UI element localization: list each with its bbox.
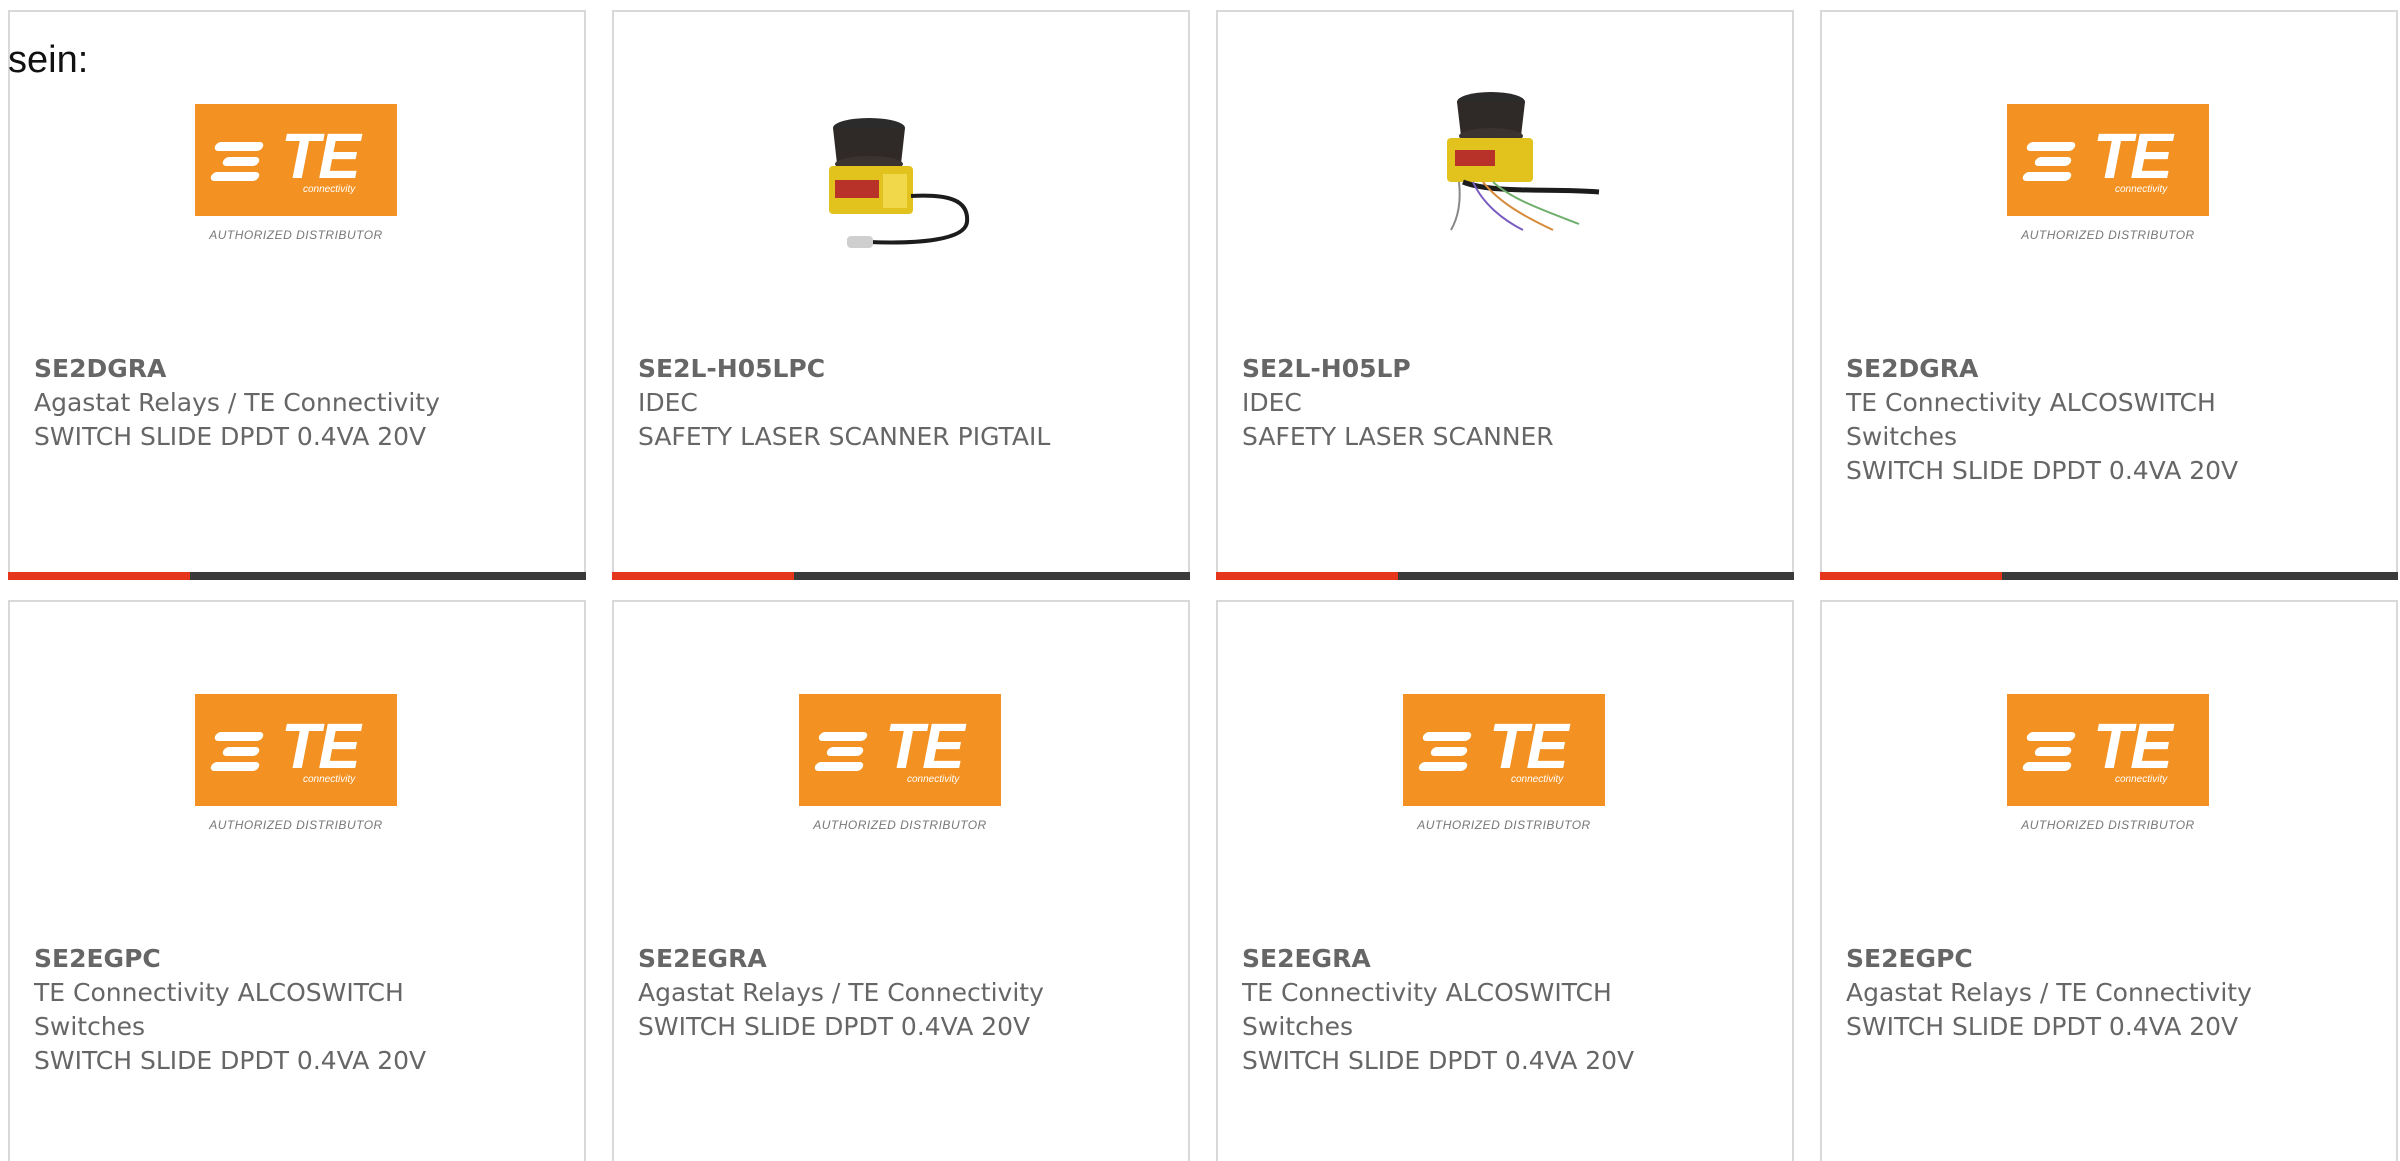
product-info: SE2DGRA TE Connectivity ALCOSWITCH Switc… (1846, 352, 2346, 488)
product-card[interactable]: TE connectivity AUTHORIZED DISTRIBUTOR S… (1216, 600, 1794, 1161)
manufacturer: TE Connectivity ALCOSWITCH (1242, 978, 1612, 1007)
product-image[interactable]: TE connectivity AUTHORIZED DISTRIBUTOR (2007, 104, 2211, 254)
description: SWITCH SLIDE DPDT 0.4VA 20V (1846, 456, 2239, 485)
product-info: SE2EGRA TE Connectivity ALCOSWITCH Switc… (1242, 942, 1742, 1078)
product-info: SE2EGPC Agastat Relays / TE Connectivity… (1846, 942, 2346, 1044)
card-bottom-bar (1216, 572, 1794, 580)
description: SAFETY LASER SCANNER PIGTAIL (638, 422, 1051, 451)
manufacturer: TE Connectivity ALCOSWITCH (1846, 388, 2216, 417)
product-card[interactable]: TE connectivity AUTHORIZED DISTRIBUTOR S… (8, 10, 586, 580)
te-connectivity-logo: TE connectivity AUTHORIZED DISTRIBUTOR (2007, 104, 2209, 254)
te-connectivity-logo: TE connectivity AUTHORIZED DISTRIBUTOR (195, 694, 397, 844)
product-image[interactable]: TE connectivity AUTHORIZED DISTRIBUTOR (195, 104, 399, 254)
description: SWITCH SLIDE DPDT 0.4VA 20V (1242, 1046, 1635, 1075)
product-info: SE2EGPC TE Connectivity ALCOSWITCH Switc… (34, 942, 534, 1078)
manufacturer: IDEC (638, 388, 698, 417)
product-image[interactable]: TE connectivity AUTHORIZED DISTRIBUTOR (1403, 694, 1607, 844)
description: SWITCH SLIDE DPDT 0.4VA 20V (34, 1046, 427, 1075)
product-card[interactable]: TE connectivity AUTHORIZED DISTRIBUTOR S… (8, 600, 586, 1161)
laser-scanner-image (1447, 92, 1600, 231)
product-image[interactable] (1403, 84, 1607, 234)
product-image[interactable]: TE connectivity AUTHORIZED DISTRIBUTOR (799, 694, 1003, 844)
product-image[interactable]: TE connectivity AUTHORIZED DISTRIBUTOR (2007, 694, 2211, 844)
part-number[interactable]: SE2EGRA (638, 942, 1138, 976)
part-number[interactable]: SE2EGRA (1242, 942, 1742, 976)
te-connectivity-logo: TE connectivity AUTHORIZED DISTRIBUTOR (2007, 694, 2209, 844)
product-info: SE2L-H05LPC IDEC SAFETY LASER SCANNER PI… (638, 352, 1138, 454)
te-connectivity-logo: TE connectivity AUTHORIZED DISTRIBUTOR (195, 104, 397, 254)
product-image[interactable] (799, 104, 1003, 254)
manufacturer-line2: Switches (1242, 1012, 1354, 1041)
manufacturer: IDEC (1242, 388, 1302, 417)
product-card[interactable]: SE2L-H05LP IDEC SAFETY LASER SCANNER (1216, 10, 1794, 580)
product-image[interactable]: TE connectivity AUTHORIZED DISTRIBUTOR (195, 694, 399, 844)
part-number[interactable]: SE2DGRA (1846, 352, 2346, 386)
description: SWITCH SLIDE DPDT 0.4VA 20V (638, 1012, 1031, 1041)
te-connectivity-logo: TE connectivity AUTHORIZED DISTRIBUTOR (1403, 694, 1605, 844)
product-card[interactable]: TE connectivity AUTHORIZED DISTRIBUTOR S… (612, 600, 1190, 1161)
product-info: SE2DGRA Agastat Relays / TE Connectivity… (34, 352, 534, 454)
card-bottom-bar (1820, 572, 2398, 580)
part-number[interactable]: SE2DGRA (34, 352, 534, 386)
intro-text: sein: (8, 39, 89, 81)
description: SAFETY LASER SCANNER (1242, 422, 1554, 451)
card-bottom-bar (612, 572, 1190, 580)
product-card[interactable]: SE2L-H05LPC IDEC SAFETY LASER SCANNER PI… (612, 10, 1190, 580)
product-card[interactable]: TE connectivity AUTHORIZED DISTRIBUTOR S… (1820, 600, 2398, 1161)
manufacturer: Agastat Relays / TE Connectivity (34, 388, 440, 417)
manufacturer: TE Connectivity ALCOSWITCH (34, 978, 404, 1007)
description: SWITCH SLIDE DPDT 0.4VA 20V (1846, 1012, 2239, 1041)
part-number[interactable]: SE2L-H05LP (1242, 352, 1742, 386)
laser-scanner-pigtail-image (829, 118, 970, 248)
part-number[interactable]: SE2L-H05LPC (638, 352, 1138, 386)
card-bottom-bar (8, 572, 586, 580)
description: SWITCH SLIDE DPDT 0.4VA 20V (34, 422, 427, 451)
product-grid-page: sein: TE connectivity AUTHORIZED DISTRIB… (0, 0, 2400, 1161)
product-info: SE2L-H05LP IDEC SAFETY LASER SCANNER (1242, 352, 1742, 454)
manufacturer-line2: Switches (34, 1012, 146, 1041)
manufacturer: Agastat Relays / TE Connectivity (638, 978, 1044, 1007)
manufacturer: Agastat Relays / TE Connectivity (1846, 978, 2252, 1007)
te-connectivity-logo: TE connectivity AUTHORIZED DISTRIBUTOR (799, 694, 1001, 844)
part-number[interactable]: SE2EGPC (34, 942, 534, 976)
product-card[interactable]: TE connectivity AUTHORIZED DISTRIBUTOR S… (1820, 10, 2398, 580)
manufacturer-line2: Switches (1846, 422, 1958, 451)
product-info: SE2EGRA Agastat Relays / TE Connectivity… (638, 942, 1138, 1044)
part-number[interactable]: SE2EGPC (1846, 942, 2346, 976)
